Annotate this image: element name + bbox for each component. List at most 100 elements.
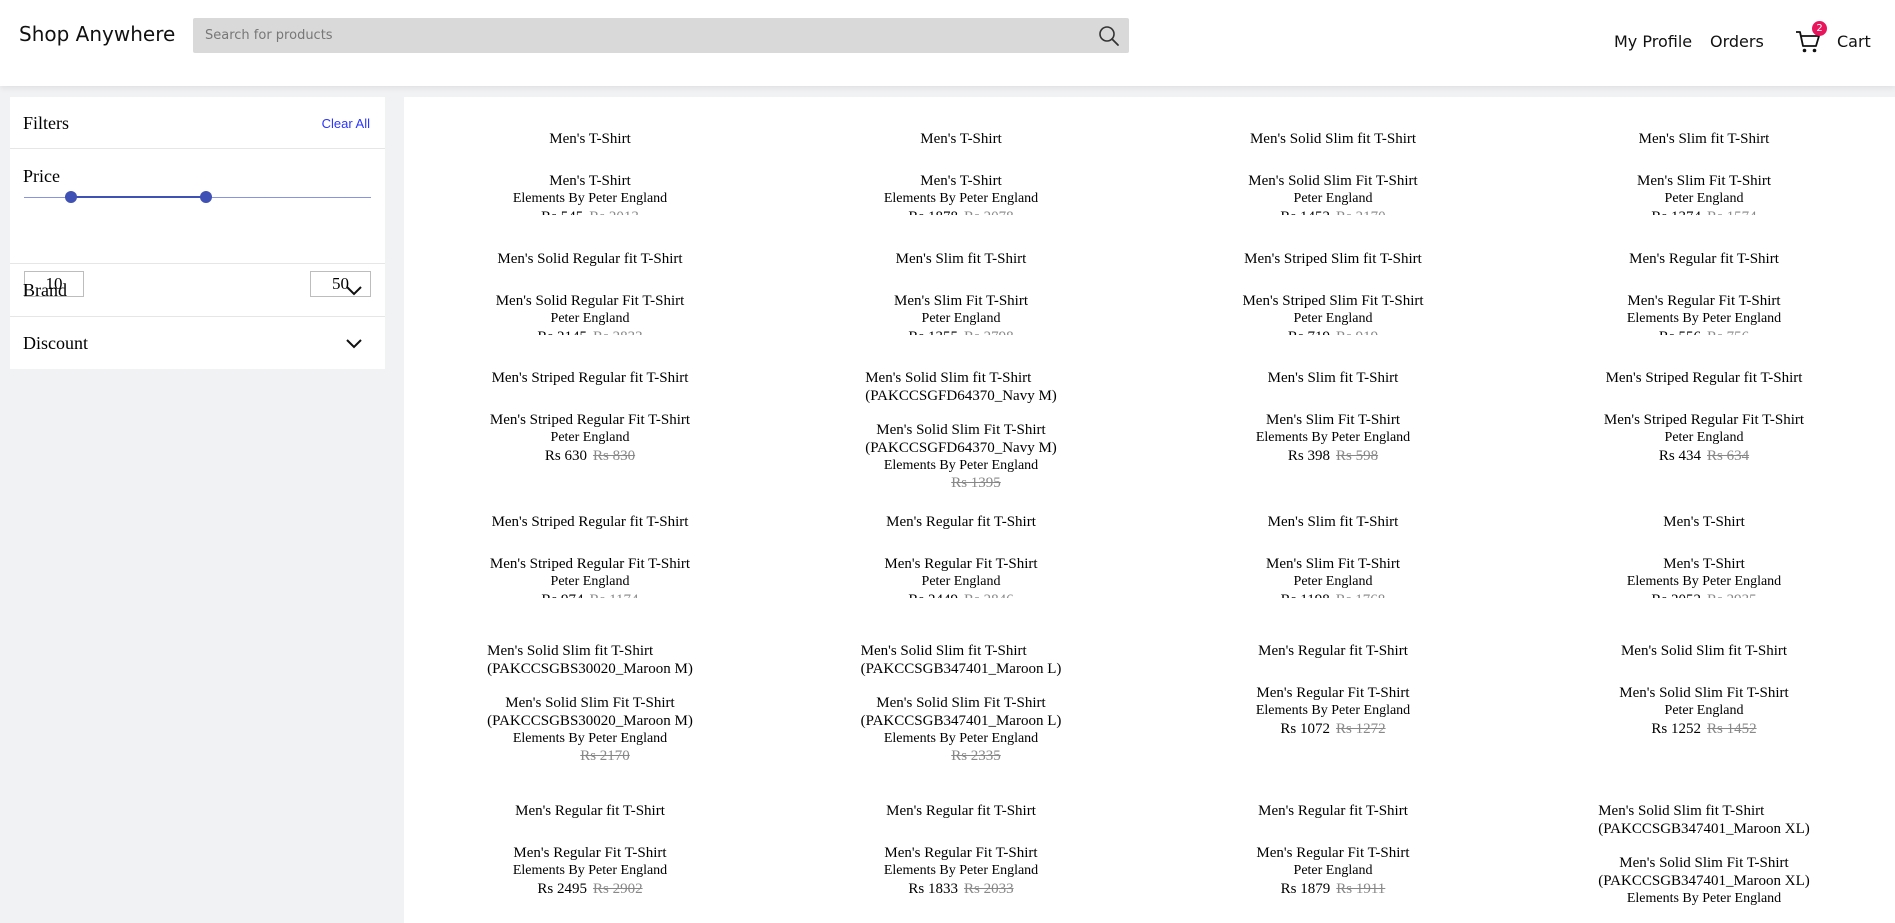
product-name: Men's Regular Fit T-Shirt bbox=[1256, 845, 1410, 861]
product-details: Men's Slim Fit T-ShirtPeter EnglandRs 13… bbox=[775, 292, 1147, 335]
product-brand: Peter England bbox=[1664, 430, 1744, 445]
product-mrp: Rs 2846 bbox=[964, 592, 1014, 598]
product-details: Men's Solid Slim Fit T-Shirt (PAKCCSGB34… bbox=[775, 694, 1147, 765]
product-name: Men's Regular Fit T-Shirt bbox=[1256, 685, 1410, 701]
product-mrp: Rs 1395 bbox=[951, 475, 1001, 491]
product-title: Men's Regular fit T-Shirt bbox=[1258, 643, 1408, 659]
product-brand: Peter England bbox=[550, 430, 630, 445]
search-input[interactable] bbox=[193, 18, 1073, 53]
product-name: Men's T-Shirt bbox=[549, 173, 631, 189]
product-brand: Elements By Peter England bbox=[512, 191, 668, 206]
product-brand: Elements By Peter England bbox=[1255, 430, 1411, 445]
product-price: Rs 1374 bbox=[1651, 208, 1701, 215]
product-card[interactable]: Men's Solid Slim fit T-Shirt Men's Solid … bbox=[1518, 642, 1890, 738]
product-mrp: Rs 1452 bbox=[1707, 721, 1757, 737]
product-name: Men's Striped Regular Fit T-Shirt bbox=[1603, 412, 1805, 428]
product-name: Men's Solid Slim Fit T-Shirt (PAKCCSGB34… bbox=[1598, 855, 1810, 889]
product-card[interactable]: Men's Solid Slim fit T-Shirt (PAKCCSGB34… bbox=[775, 642, 1147, 765]
site-logo[interactable]: Shop Anywhere bbox=[19, 22, 175, 46]
product-card[interactable]: Men's T-Shirt Men's T-Shirt Elements By Pe… bbox=[404, 130, 776, 215]
product-price-row: Rs 1374 Rs 1574 bbox=[1518, 207, 1890, 215]
product-name: Men's Striped Regular Fit T-Shirt bbox=[489, 412, 691, 428]
product-brand: Elements By Peter England bbox=[1255, 703, 1411, 718]
product-price: Rs 974 bbox=[541, 591, 583, 598]
product-name: Men's Striped Slim Fit T-Shirt bbox=[1242, 293, 1424, 309]
orders-link[interactable]: Orders bbox=[1710, 32, 1764, 51]
product-brand: Elements By Peter England bbox=[1626, 311, 1782, 326]
product-card[interactable]: Men's Regular fit T-Shirt Men's Regular F… bbox=[775, 802, 1147, 898]
product-name: Men's Slim Fit T-Shirt bbox=[894, 293, 1028, 309]
product-card[interactable]: Men's Regular fit T-Shirt Men's Regular F… bbox=[1147, 642, 1519, 738]
product-price-row: Rs 630 Rs 830 bbox=[404, 446, 776, 465]
product-price: Rs 630 bbox=[544, 448, 587, 464]
product-card[interactable]: Men's Striped Regular fit T-Shirt Men's S… bbox=[1518, 369, 1890, 465]
my-profile-link[interactable]: My Profile bbox=[1614, 32, 1692, 51]
product-mrp: Rs 830 bbox=[593, 448, 636, 464]
product-details: Men's Regular Fit T-ShirtPeter EnglandRs… bbox=[1147, 844, 1519, 898]
product-price: Rs 398 bbox=[1287, 448, 1330, 464]
product-card[interactable]: Men's Slim fit T-Shirt Men's Slim Fit T-S… bbox=[775, 250, 1147, 335]
product-grid: Men's T-Shirt Men's T-Shirt Elements By Pe… bbox=[404, 97, 1895, 923]
product-card[interactable]: Men's Regular fit T-Shirt Men's Regular F… bbox=[1147, 802, 1519, 898]
search-icon[interactable] bbox=[1097, 24, 1121, 48]
product-title: Men's Slim fit T-Shirt bbox=[895, 251, 1027, 267]
product-brand: Elements By Peter England bbox=[512, 731, 668, 746]
product-card[interactable]: Men's Striped Regular fit T-Shirt Men's S… bbox=[404, 513, 776, 598]
product-brand: Elements By Peter England bbox=[883, 731, 1039, 746]
product-mrp: Rs 2833 bbox=[593, 329, 643, 335]
product-name: Men's Regular Fit T-Shirt bbox=[513, 845, 667, 861]
product-card[interactable]: Men's Solid Regular fit T-Shirt Men's Sol… bbox=[404, 250, 776, 335]
product-card[interactable]: Men's T-Shirt Men's T-Shirt Elements By Pe… bbox=[775, 130, 1147, 215]
product-card[interactable]: Men's Slim fit T-Shirt Men's Slim Fit T-S… bbox=[1147, 513, 1519, 598]
product-card[interactable]: Men's Solid Slim fit T-Shirt Men's Solid … bbox=[1147, 130, 1519, 215]
product-card[interactable]: Men's Solid Slim fit T-Shirt (PAKCCSGB34… bbox=[1518, 802, 1890, 907]
cart-count-badge: 2 bbox=[1812, 21, 1827, 36]
product-card[interactable]: Men's Solid Slim fit T-Shirt (PAKCCSGBS3… bbox=[404, 642, 776, 765]
product-price-row: Rs 2145 Rs 2833 bbox=[404, 327, 776, 335]
product-card[interactable]: Men's Striped Slim fit T-Shirt Men's Stri… bbox=[1147, 250, 1519, 335]
product-mrp: Rs 2078 bbox=[964, 209, 1014, 215]
product-details: Men's Regular Fit T-Shirt Elements By Pet… bbox=[775, 844, 1147, 898]
product-mrp: Rs 1768 bbox=[1336, 592, 1386, 598]
product-brand: Peter England bbox=[1293, 311, 1373, 326]
product-details: Men's Striped Slim Fit T-Shirt Peter Engl… bbox=[1147, 292, 1519, 335]
cart-link[interactable]: Cart bbox=[1837, 32, 1871, 51]
product-brand: Elements By Peter England bbox=[1626, 574, 1782, 589]
product-details: Men's Solid Slim Fit T-Shirt Peter Englan… bbox=[1147, 172, 1519, 215]
product-details: Men's Regular Fit T-Shirt Elements By Pet… bbox=[1518, 292, 1890, 335]
product-card[interactable]: Men's Striped Regular fit T-Shirt Men's S… bbox=[404, 369, 776, 465]
product-mrp: Rs 919 bbox=[1336, 329, 1378, 335]
product-price-row: Rs 1833 Rs 2033 bbox=[775, 879, 1147, 898]
clear-all-button[interactable]: Clear All bbox=[322, 116, 370, 131]
product-mrp: Rs 1174 bbox=[590, 592, 639, 598]
product-details: Men's Solid Slim Fit T-Shirt (PAKCCSGB34… bbox=[1518, 854, 1890, 907]
price-slider-max-thumb[interactable] bbox=[199, 191, 212, 203]
product-card[interactable]: Men's Slim fit T-Shirt Men's Slim Fit T-S… bbox=[1518, 130, 1890, 215]
product-name: Men's Slim Fit T-Shirt bbox=[1266, 412, 1400, 428]
product-name: Men's Slim Fit T-Shirt bbox=[1266, 556, 1400, 572]
product-card[interactable]: Men's Solid Slim fit T-Shirt (PAKCCSGFD6… bbox=[775, 369, 1147, 492]
product-price: Rs 1252 bbox=[1651, 721, 1701, 737]
product-title: Men's Solid Regular fit T-Shirt bbox=[497, 251, 683, 267]
product-card[interactable]: Men's Regular fit T-Shirt Men's Regular F… bbox=[404, 802, 776, 898]
product-card[interactable]: Men's T-Shirt Men's T-Shirt Elements By Pe… bbox=[1518, 513, 1890, 598]
product-price: Rs 2495 bbox=[537, 881, 587, 897]
price-filter: Price bbox=[10, 149, 385, 297]
product-brand: Elements By Peter England bbox=[883, 863, 1039, 878]
product-card[interactable]: Men's Regular fit T-Shirt Men's Regular F… bbox=[775, 513, 1147, 598]
price-slider-min-thumb[interactable] bbox=[65, 191, 78, 203]
product-details: Men's Solid Slim Fit T-Shirt Peter Englan… bbox=[1518, 684, 1890, 738]
discount-filter-toggle[interactable]: Discount bbox=[10, 317, 385, 369]
filters-sidebar: Filters Clear All Price Brand Discount bbox=[10, 97, 385, 369]
product-mrp: Rs 634 bbox=[1707, 448, 1750, 464]
product-card[interactable]: Men's Slim fit T-Shirt Men's Slim Fit T-S… bbox=[1147, 369, 1519, 465]
product-name: Men's Regular Fit T-Shirt bbox=[884, 556, 1038, 572]
product-card[interactable]: Men's Regular fit T-Shirt Men's Regular F… bbox=[1518, 250, 1890, 335]
product-title: Men's Solid Slim fit T-Shirt (PAKCCSGB34… bbox=[860, 643, 1062, 677]
product-price-row: Rs 1355 Rs 2798 bbox=[775, 327, 1147, 335]
product-price: Rs 719 bbox=[1288, 328, 1330, 335]
product-details: Men's Slim Fit T-ShirtPeter EnglandRs 13… bbox=[1518, 172, 1890, 215]
product-mrp: Rs 2033 bbox=[964, 881, 1014, 897]
brand-filter-toggle[interactable]: Brand bbox=[10, 264, 385, 317]
product-brand: Peter England bbox=[1293, 574, 1373, 589]
